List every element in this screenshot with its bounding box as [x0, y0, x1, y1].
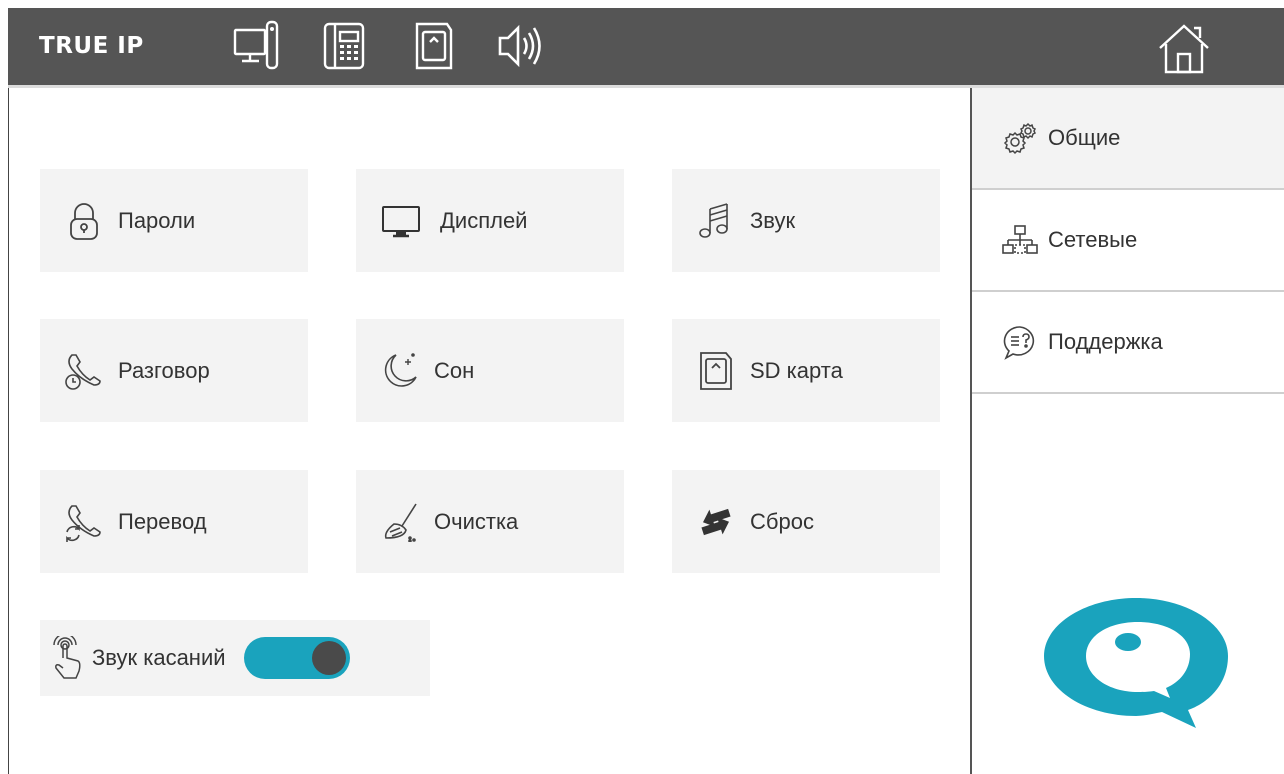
- tile-reset[interactable]: Сброс: [672, 470, 940, 573]
- sidebar-item-label: Сетевые: [1048, 227, 1138, 252]
- tile-label: Звук: [750, 207, 796, 233]
- moon-icon: [384, 352, 417, 387]
- touch-sound-toggle[interactable]: [243, 637, 350, 679]
- music-note-icon: [699, 202, 728, 238]
- tile-label: Очистка: [434, 508, 519, 534]
- app-frame: TRUE IP Пароли Дисплей Звук Разговор Сон…: [8, 8, 1284, 774]
- brand-title: TRUE IP: [39, 33, 144, 59]
- speaker-icon[interactable]: [496, 20, 548, 72]
- home-icon: [1156, 24, 1212, 80]
- tile-passwords[interactable]: Пароли: [40, 169, 308, 272]
- tile-transfer[interactable]: Перевод: [40, 470, 308, 573]
- tile-cleaning[interactable]: Очистка: [356, 470, 624, 573]
- monitor-icon: [382, 205, 420, 237]
- brand-logo: [1038, 590, 1234, 735]
- intercom-phone-icon[interactable]: [323, 20, 365, 72]
- tile-sd-card[interactable]: SD карта: [672, 319, 940, 422]
- sidebar-item-label: Поддержка: [1048, 329, 1163, 354]
- left-edge: [8, 88, 9, 774]
- tile-label: Сон: [434, 357, 475, 383]
- sidebar-item-support[interactable]: Поддержка: [972, 292, 1284, 394]
- home-button[interactable]: [1156, 20, 1212, 81]
- sd-card-icon[interactable]: [413, 20, 455, 72]
- sidebar-item-label: Общие: [1048, 125, 1121, 150]
- sd-card-icon: [700, 351, 732, 390]
- touch-sound-row: Звук касаний: [40, 620, 430, 696]
- handset-transfer-icon: [66, 504, 101, 542]
- handset-clock-icon: [65, 353, 101, 390]
- support-bubble-icon: [1003, 326, 1035, 360]
- tile-label: Разговор: [118, 357, 210, 383]
- tile-conversation[interactable]: Разговор: [40, 319, 308, 422]
- tile-label: Пароли: [118, 207, 196, 233]
- reset-arrows-icon: [701, 508, 731, 535]
- touch-sound-label: Звук касаний: [92, 645, 226, 670]
- tile-sleep[interactable]: Сон: [356, 319, 624, 422]
- tile-label: Дисплей: [440, 207, 528, 233]
- tile-label: SD карта: [750, 357, 843, 383]
- sidebar-item-general[interactable]: Общие: [972, 88, 1284, 190]
- padlock-icon: [70, 202, 98, 240]
- network-icon: [1002, 225, 1038, 254]
- tile-label: Перевод: [118, 508, 207, 534]
- monitor-handset-icon[interactable]: [233, 20, 279, 70]
- touch-finger-icon: [53, 636, 81, 679]
- toggle-knob: [311, 641, 346, 675]
- tile-display[interactable]: Дисплей: [356, 169, 624, 272]
- top-bar: TRUE IP: [8, 8, 1284, 88]
- gears-icon: [1003, 122, 1037, 155]
- tile-label: Сброс: [750, 508, 814, 534]
- sidebar-item-network[interactable]: Сетевые: [972, 190, 1284, 292]
- tile-sound[interactable]: Звук: [672, 169, 940, 272]
- broom-icon: [384, 503, 417, 542]
